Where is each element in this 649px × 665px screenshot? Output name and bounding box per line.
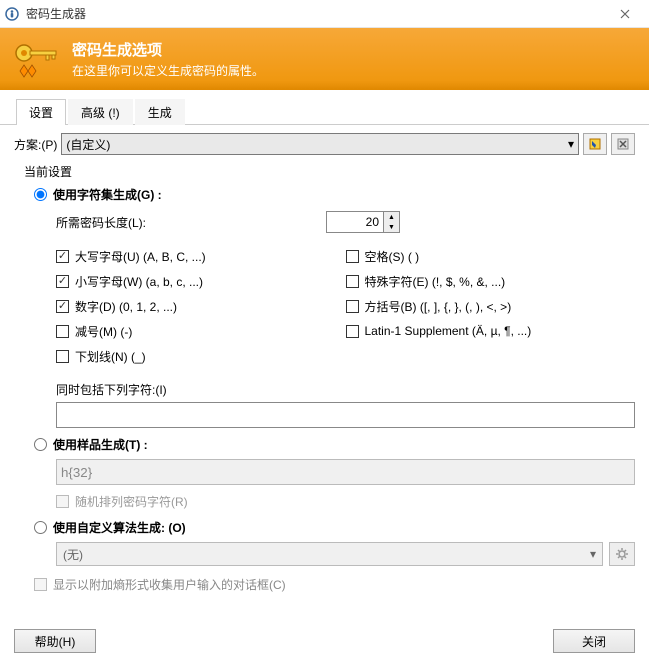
checkbox[interactable] (346, 275, 359, 288)
entropy-label: 显示以附加熵形式收集用户输入的对话框(C) (53, 576, 286, 593)
checkbox[interactable] (346, 325, 359, 338)
chevron-down-icon: ▾ (568, 137, 574, 151)
help-button[interactable]: 帮助(H) (14, 629, 96, 653)
radio-pattern-input[interactable] (34, 438, 47, 451)
banner-heading: 密码生成选项 (72, 39, 264, 60)
entropy-checkbox[interactable] (34, 578, 47, 591)
group-title: 当前设置 (24, 163, 635, 180)
window-title: 密码生成器 (26, 5, 605, 22)
also-include-label: 同时包括下列字符:(I) (56, 381, 635, 398)
also-include-input[interactable] (56, 402, 635, 428)
spin-down-button[interactable]: ▼ (384, 222, 399, 232)
checkbox-row[interactable]: 下划线(N) (_) (56, 346, 346, 366)
save-profile-button[interactable] (583, 133, 607, 155)
checkbox[interactable] (346, 250, 359, 263)
shuffle-checkbox (56, 495, 69, 508)
checkbox-row[interactable]: 小写字母(W) (a, b, c, ...) (56, 271, 346, 291)
radio-charset-input[interactable] (34, 188, 47, 201)
checkbox[interactable] (56, 350, 69, 363)
delete-profile-button[interactable] (611, 133, 635, 155)
checkbox-label: Latin-1 Supplement (Ä, µ, ¶, ...) (365, 324, 532, 338)
checkbox-row[interactable]: 大写字母(U) (A, B, C, ...) (56, 246, 346, 266)
tab-generate[interactable]: 生成 (135, 99, 185, 125)
scheme-label: 方案:(P) (14, 136, 57, 153)
length-spinner[interactable]: ▲ ▼ (326, 211, 400, 233)
radio-pattern[interactable]: 使用样品生成(T) : (34, 436, 635, 453)
checkbox-row[interactable]: 特殊字符(E) (!, $, %, &, ...) (346, 271, 636, 291)
close-window-button[interactable] (605, 0, 645, 28)
checkbox-label: 下划线(N) (_) (75, 348, 146, 365)
checkbox-label: 方括号(B) ([, ], {, }, (, ), <, >) (365, 298, 512, 315)
radio-algorithm[interactable]: 使用自定义算法生成: (O) (34, 519, 635, 536)
shuffle-label: 随机排列密码字符(R) (75, 493, 188, 510)
scheme-select[interactable]: (自定义) ▾ (61, 133, 579, 155)
banner: 密码生成选项 在这里你可以定义生成密码的属性。 (0, 28, 649, 90)
radio-algorithm-input[interactable] (34, 521, 47, 534)
checkbox-row[interactable]: 空格(S) ( ) (346, 246, 636, 266)
key-icon (12, 39, 62, 79)
pattern-input (56, 459, 635, 485)
checkbox-row[interactable]: 减号(M) (-) (56, 321, 346, 341)
checkbox-label: 特殊字符(E) (!, $, %, &, ...) (365, 273, 506, 290)
algorithm-settings-button (609, 542, 635, 566)
checkbox[interactable] (56, 250, 69, 263)
checkbox-label: 大写字母(U) (A, B, C, ...) (75, 248, 206, 265)
tab-advanced[interactable]: 高级 (!) (68, 99, 133, 125)
chevron-down-icon: ▾ (590, 547, 596, 561)
checkbox[interactable] (56, 300, 69, 313)
checkbox-label: 小写字母(W) (a, b, c, ...) (75, 273, 203, 290)
tabs: 设置 高级 (!) 生成 (0, 98, 649, 125)
close-button[interactable]: 关闭 (553, 629, 635, 653)
algorithm-value: (无) (63, 546, 83, 563)
checkbox-label: 减号(M) (-) (75, 323, 132, 340)
length-label: 所需密码长度(L): (56, 214, 326, 231)
algorithm-select: (无) ▾ (56, 542, 603, 566)
banner-subtitle: 在这里你可以定义生成密码的属性。 (72, 62, 264, 79)
checkbox[interactable] (56, 275, 69, 288)
app-icon (4, 6, 20, 22)
scheme-value: (自定义) (66, 136, 110, 153)
spin-up-button[interactable]: ▲ (384, 212, 399, 222)
checkbox[interactable] (346, 300, 359, 313)
checkbox[interactable] (56, 325, 69, 338)
checkbox-row[interactable]: 方括号(B) ([, ], {, }, (, ), <, >) (346, 296, 636, 316)
checkbox-row[interactable]: Latin-1 Supplement (Ä, µ, ¶, ...) (346, 321, 636, 341)
radio-charset[interactable]: 使用字符集生成(G) : (34, 186, 635, 203)
tab-settings[interactable]: 设置 (16, 99, 66, 125)
length-input[interactable] (327, 212, 383, 232)
checkbox-label: 数字(D) (0, 1, 2, ...) (75, 298, 177, 315)
checkbox-row[interactable]: 数字(D) (0, 1, 2, ...) (56, 296, 346, 316)
checkbox-label: 空格(S) ( ) (365, 248, 420, 265)
